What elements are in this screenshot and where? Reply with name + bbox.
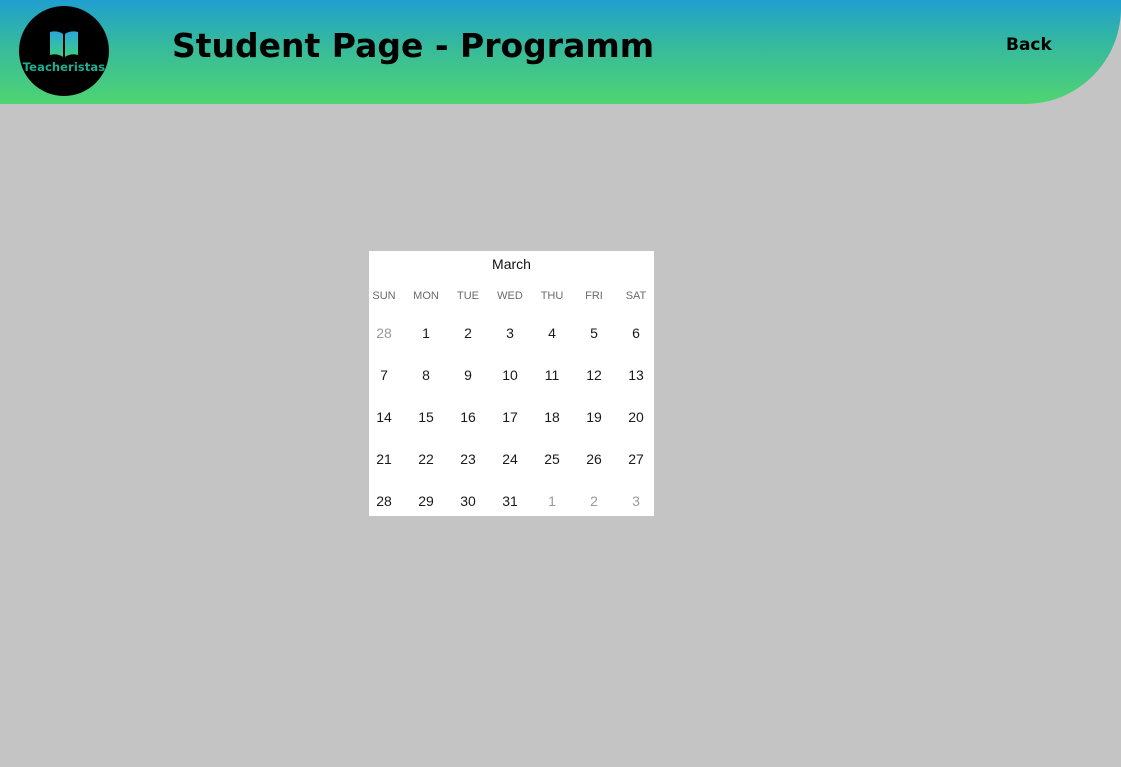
weekday-label: FRI [585, 290, 603, 302]
weekday-label: WED [497, 290, 523, 302]
calendar-day-outside-month[interactable]: 3 [615, 486, 657, 516]
calendar-day[interactable]: 11 [531, 360, 573, 390]
calendar-day-outside-month[interactable]: 1 [531, 486, 573, 516]
calendar-day[interactable]: 24 [489, 444, 531, 474]
weekday-label: SAT [625, 290, 647, 302]
calendar-day[interactable]: 29 [405, 486, 447, 516]
calendar-day[interactable]: 15 [405, 402, 447, 432]
calendar-day[interactable]: 19 [573, 402, 615, 432]
calendar-day[interactable]: 7 [363, 360, 405, 390]
back-button[interactable]: Back [1006, 35, 1052, 55]
calendar-day-outside-month[interactable]: 2 [573, 486, 615, 516]
calendar-day[interactable]: 14 [363, 402, 405, 432]
calendar-day[interactable]: 16 [447, 402, 489, 432]
weekday-label: THU [540, 290, 564, 302]
calendar-day[interactable]: 10 [489, 360, 531, 390]
calendar-day[interactable]: 17 [489, 402, 531, 432]
header-bar: Teacheristas Student Page - Programm Bac… [0, 0, 1121, 104]
calendar-day[interactable]: 6 [615, 318, 657, 348]
calendar-day[interactable]: 18 [531, 402, 573, 432]
calendar-day[interactable]: 30 [447, 486, 489, 516]
calendar-month-label: March [492, 256, 531, 272]
calendar-day[interactable]: 21 [363, 444, 405, 474]
calendar-day[interactable]: 22 [405, 444, 447, 474]
weekday-label: TUE [457, 290, 479, 302]
book-icon [50, 31, 78, 57]
calendar-day[interactable]: 25 [531, 444, 573, 474]
calendar: March SUN MON TUE WED THU FRI SAT 28 1 2 3 4 5 6 7 8 9 1… [369, 251, 654, 516]
calendar-day[interactable]: 9 [447, 360, 489, 390]
calendar-day[interactable]: 23 [447, 444, 489, 474]
weekday-label: SUN [372, 290, 396, 302]
calendar-day[interactable]: 1 [405, 318, 447, 348]
calendar-day[interactable]: 12 [573, 360, 615, 390]
calendar-day[interactable]: 8 [405, 360, 447, 390]
page-title: Student Page - Programm [172, 26, 655, 65]
calendar-day[interactable]: 2 [447, 318, 489, 348]
calendar-weekday-row: SUN MON TUE WED THU FRI SAT [369, 290, 663, 304]
calendar-day-outside-month[interactable]: 28 [363, 318, 405, 348]
calendar-day[interactable]: 5 [573, 318, 615, 348]
calendar-day[interactable]: 31 [489, 486, 531, 516]
weekday-label: MON [413, 290, 439, 302]
calendar-day[interactable]: 4 [531, 318, 573, 348]
calendar-day[interactable]: 3 [489, 318, 531, 348]
calendar-day[interactable]: 13 [615, 360, 657, 390]
calendar-day[interactable]: 20 [615, 402, 657, 432]
calendar-day[interactable]: 27 [615, 444, 657, 474]
calendar-day[interactable]: 26 [573, 444, 615, 474]
calendar-day[interactable]: 28 [363, 486, 405, 516]
app-logo[interactable]: Teacheristas [19, 6, 109, 96]
logo-text: Teacheristas [22, 60, 106, 74]
